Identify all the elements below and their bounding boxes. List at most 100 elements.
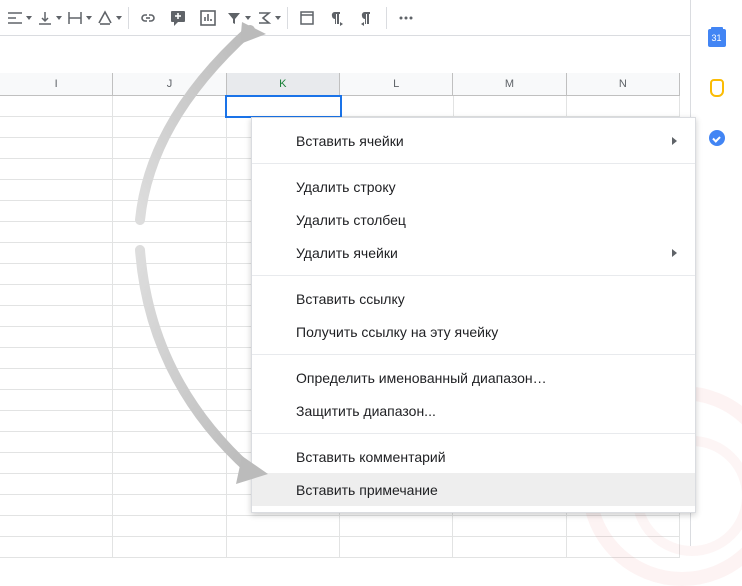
dropdown-arrow-icon [26,16,32,20]
calendar-icon: 31 [708,29,726,47]
context-menu-item[interactable]: Защитить диапазон... [252,394,695,427]
cell[interactable] [453,537,566,558]
cell[interactable] [113,369,226,390]
format-group1-button[interactable] [292,3,322,33]
context-menu-item[interactable]: Определить именованный диапазон… [252,361,695,394]
format-ltr-button[interactable] [322,3,352,33]
cell[interactable] [0,432,113,453]
text-rotation-button[interactable] [94,3,124,33]
format-rtl-button[interactable] [352,3,382,33]
keep-sidebar-button[interactable] [707,78,727,98]
cell[interactable] [113,453,226,474]
cell[interactable] [113,390,226,411]
cell[interactable] [0,222,113,243]
cell[interactable] [0,327,113,348]
cell[interactable] [0,243,113,264]
context-menu-separator [252,433,695,434]
cell[interactable] [113,138,226,159]
column-header[interactable]: I [0,73,113,95]
cell[interactable] [0,411,113,432]
context-menu-item[interactable]: Вставить ячейки [252,124,695,157]
tasks-icon [709,130,725,146]
cell[interactable] [0,474,113,495]
vertical-align-button[interactable] [34,3,64,33]
context-menu-item[interactable]: Вставить примечание [252,473,695,506]
cell[interactable] [113,159,226,180]
context-menu-item[interactable]: Удалить ячейки [252,236,695,269]
cell[interactable] [0,96,113,117]
context-menu-separator [252,163,695,164]
functions-button[interactable] [253,3,283,33]
cell[interactable] [113,222,226,243]
cell[interactable] [0,180,113,201]
horizontal-align-button[interactable] [4,3,34,33]
cell[interactable] [0,285,113,306]
more-button[interactable] [391,3,421,33]
cell[interactable] [0,117,113,138]
cell[interactable] [0,495,113,516]
context-menu-item[interactable]: Вставить комментарий [252,440,695,473]
cell[interactable] [113,306,226,327]
cell[interactable] [0,306,113,327]
cell[interactable] [0,537,113,558]
dropdown-arrow-icon [86,16,92,20]
insert-comment-button[interactable] [163,3,193,33]
cell[interactable] [113,117,226,138]
column-header[interactable]: M [453,73,566,95]
cell[interactable] [227,516,340,537]
cell[interactable] [340,537,453,558]
cell[interactable] [0,138,113,159]
create-filter-button[interactable] [223,3,253,33]
context-menu-item[interactable]: Удалить столбец [252,203,695,236]
context-menu-separator [252,354,695,355]
text-wrap-button[interactable] [64,3,94,33]
context-menu-item[interactable]: Вставить ссылку [252,282,695,315]
cell[interactable] [113,264,226,285]
cell[interactable] [113,327,226,348]
cell[interactable] [113,243,226,264]
column-header[interactable]: J [113,73,226,95]
cell[interactable] [0,453,113,474]
cell[interactable] [0,390,113,411]
toolbar-separator [287,7,288,29]
cell[interactable] [113,516,226,537]
toolbar [0,0,742,36]
dropdown-arrow-icon [245,16,251,20]
keep-icon [710,79,724,97]
dropdown-arrow-icon [275,16,281,20]
context-menu-item[interactable]: Получить ссылку на эту ячейку [252,315,695,348]
cell[interactable] [113,285,226,306]
cell[interactable] [341,96,454,117]
insert-chart-button[interactable] [193,3,223,33]
tasks-sidebar-button[interactable] [707,128,727,148]
cell[interactable] [113,201,226,222]
cell[interactable] [453,516,566,537]
cell[interactable] [340,516,453,537]
dropdown-arrow-icon [116,16,122,20]
cell[interactable] [113,96,226,117]
cell[interactable] [227,537,340,558]
cell[interactable] [0,516,113,537]
cell[interactable] [113,348,226,369]
cell[interactable] [113,432,226,453]
cell[interactable] [113,474,226,495]
cell[interactable] [567,96,680,117]
context-menu: Вставить ячейки Удалить строкуУдалить сто… [251,117,696,513]
cell[interactable] [454,96,567,117]
cell[interactable] [113,411,226,432]
cell[interactable] [0,348,113,369]
column-header[interactable]: N [567,73,680,95]
cell[interactable] [113,180,226,201]
context-menu-item[interactable]: Удалить строку [252,170,695,203]
cell[interactable] [0,264,113,285]
insert-link-button[interactable] [133,3,163,33]
cell[interactable] [113,537,226,558]
column-header[interactable]: L [340,73,453,95]
cell[interactable] [225,95,341,118]
calendar-sidebar-button[interactable]: 31 [707,28,727,48]
cell[interactable] [0,159,113,180]
column-header[interactable]: K [227,73,340,95]
cell[interactable] [0,201,113,222]
cell[interactable] [113,495,226,516]
cell[interactable] [0,369,113,390]
